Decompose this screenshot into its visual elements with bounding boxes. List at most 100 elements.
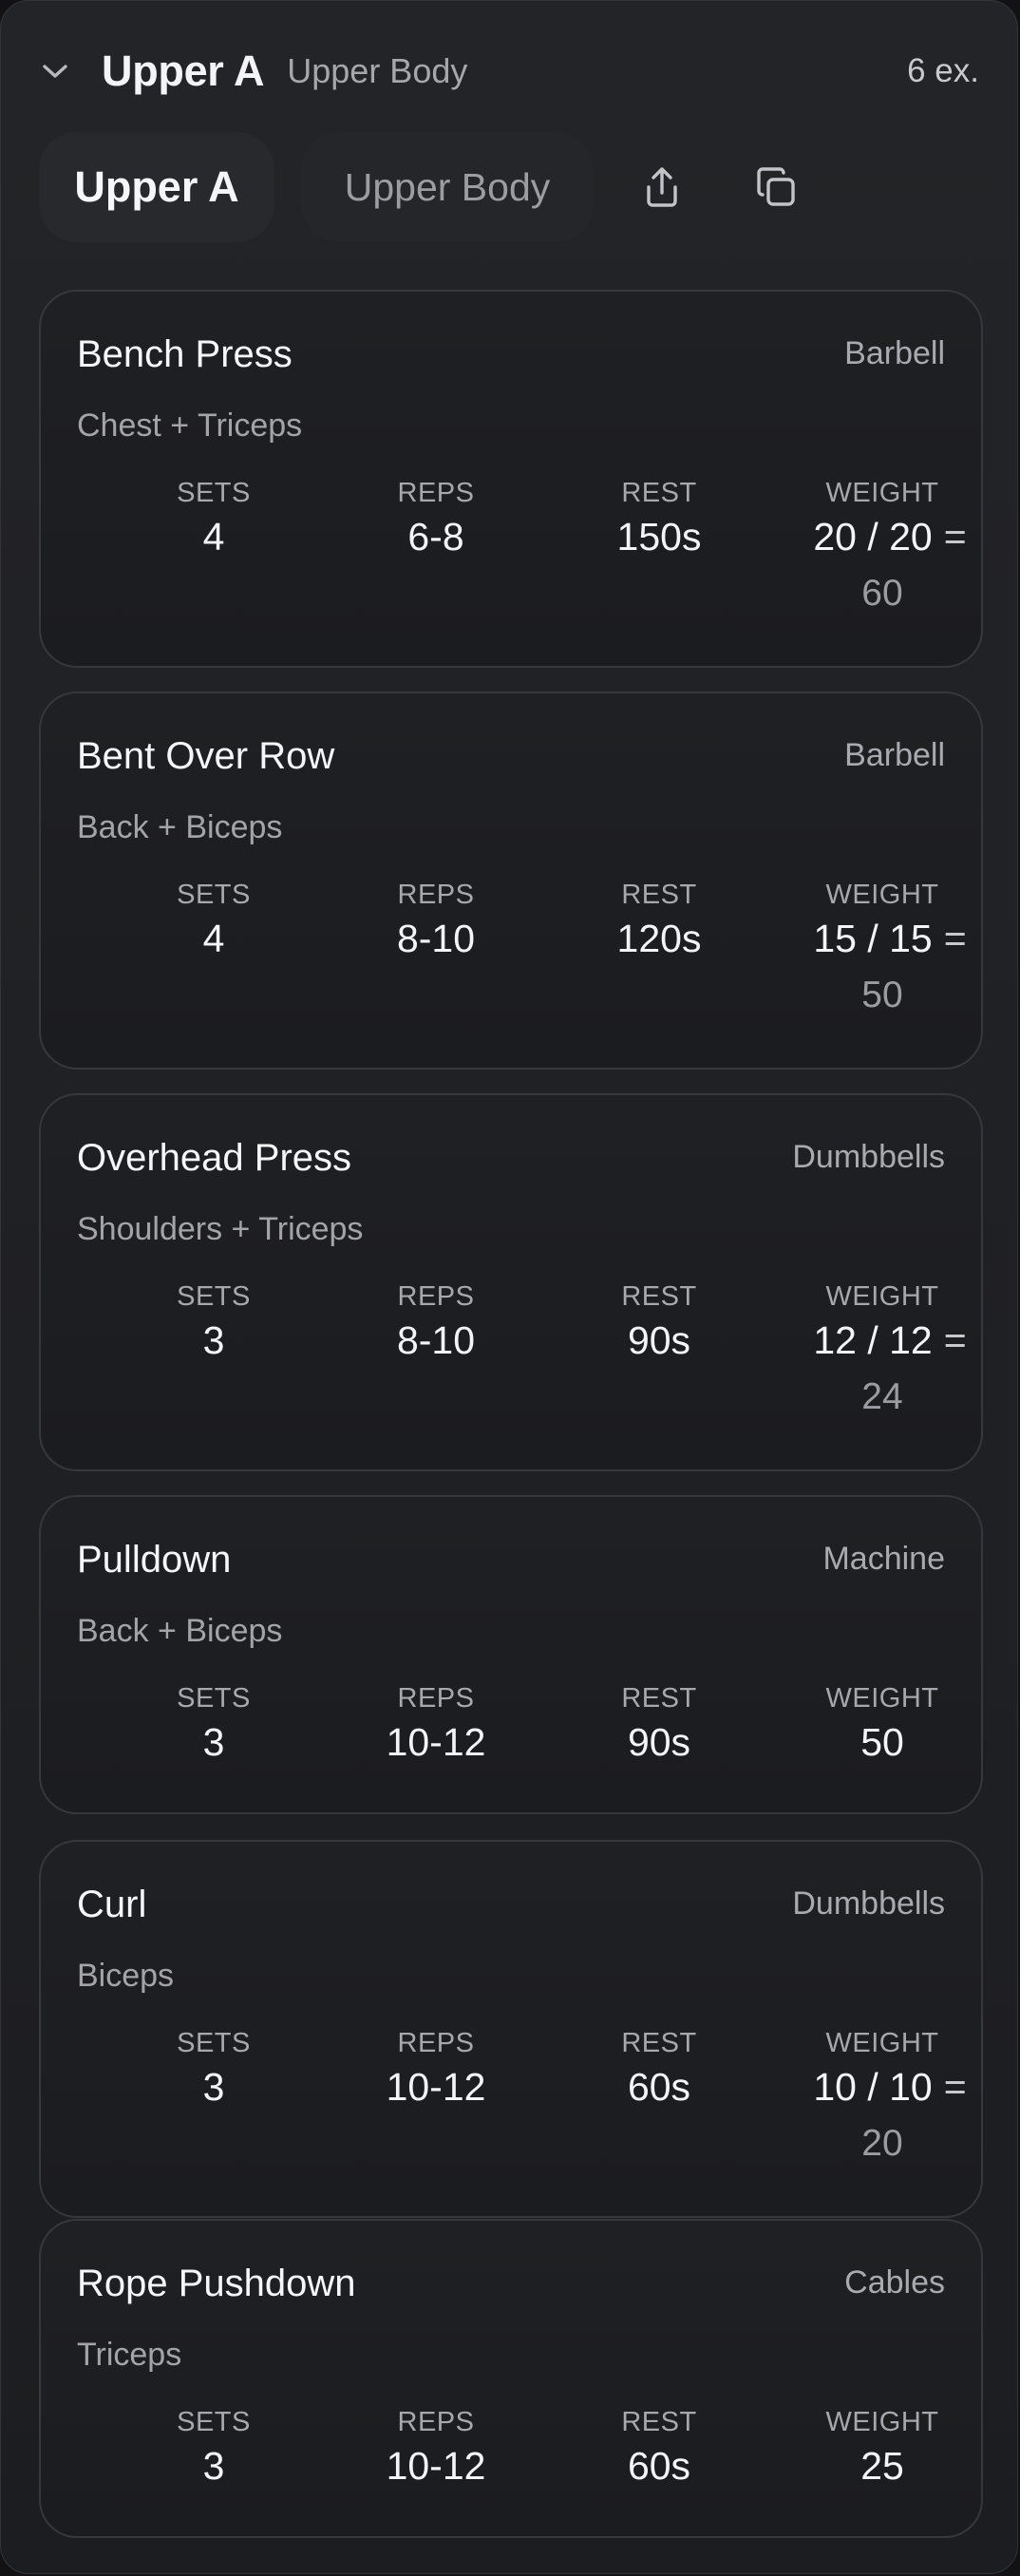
exercise-muscles: Biceps (77, 1958, 175, 1994)
exercise-equipment: Machine (822, 1541, 945, 1577)
chevron-down-icon[interactable] (39, 55, 71, 87)
exercise-muscles: Chest + Triceps (77, 407, 303, 444)
exercise-card[interactable]: Overhead Press Dumbbells Shoulders + Tri… (39, 1093, 983, 1471)
reps-label: REPS (397, 1281, 475, 1312)
exercise-name: Bench Press (77, 333, 293, 375)
sets-label: SETS (177, 1683, 251, 1714)
workout-panel: Upper A Upper Body 6 ex. Upper A Upper B… (0, 0, 1018, 2574)
exercise-name: Bent Over Row (77, 735, 335, 777)
weight-total: 24 (861, 1376, 903, 1417)
reps-stat: REPS 8-10 (331, 880, 540, 961)
sets-label: SETS (177, 2407, 251, 2437)
exercise-card[interactable]: Curl Dumbbells Biceps SETS 3 REPS 10-12 RE… (39, 1840, 983, 2218)
rest-stat: REST 60s (555, 2028, 764, 2110)
workout-name-field[interactable]: Upper A (39, 132, 274, 242)
reps-label: REPS (397, 2028, 475, 2058)
sets-stat: SETS 3 (109, 1281, 318, 1363)
weight-split-value: 12 / 12 (813, 1318, 933, 1362)
rest-value: 150s (616, 515, 702, 559)
weight-stat: WEIGHT 15 / 15 = 50 (778, 880, 987, 1016)
reps-label: REPS (397, 880, 475, 910)
weight-split: 20 / 20 = (785, 515, 994, 559)
exercise-card[interactable]: Pulldown Machine Back + Biceps SETS 3 REP… (39, 1495, 983, 1814)
exercise-name: Pulldown (77, 1539, 232, 1581)
equals-sign: = (943, 917, 967, 960)
reps-stat: REPS 8-10 (331, 1281, 540, 1363)
reps-label: REPS (397, 2407, 475, 2437)
weight-split-value: 15 / 15 (813, 917, 933, 960)
workout-title: Upper A (102, 47, 265, 95)
equals-sign: = (943, 515, 967, 559)
reps-stat: REPS 10-12 (331, 1683, 540, 1765)
sets-label: SETS (177, 2028, 251, 2058)
equals-sign: = (943, 1318, 967, 1362)
exercise-name: Rope Pushdown (77, 2263, 356, 2304)
sets-value: 3 (202, 1318, 225, 1362)
rest-value: 120s (616, 917, 702, 960)
rest-label: REST (621, 880, 697, 910)
weight-label: WEIGHT (825, 880, 939, 910)
share-icon[interactable] (626, 151, 698, 223)
exercise-name: Overhead Press (77, 1137, 352, 1179)
reps-value: 8-10 (396, 1318, 476, 1362)
workout-subtitle: Upper Body (287, 51, 468, 90)
rest-stat: REST 120s (555, 880, 764, 961)
reps-value: 8-10 (396, 917, 476, 960)
exercise-card[interactable]: Bent Over Row Barbell Back + Biceps SETS… (39, 691, 983, 1070)
reps-value: 10-12 (386, 2065, 486, 2109)
rest-value: 60s (627, 2444, 691, 2488)
weight-label: WEIGHT (825, 478, 939, 508)
reps-value: 10-12 (386, 2444, 486, 2488)
weight-value: 50 (860, 1720, 904, 1764)
weight-stat: WEIGHT 50 (778, 1683, 987, 1765)
rest-value: 90s (627, 1318, 691, 1362)
reps-label: REPS (397, 478, 475, 508)
exercise-equipment: Barbell (844, 737, 945, 773)
sets-stat: SETS 3 (109, 2028, 318, 2110)
workout-header: Upper A Upper Body 6 ex. (39, 43, 979, 100)
rest-label: REST (621, 1683, 697, 1714)
reps-stat: REPS 10-12 (331, 2028, 540, 2110)
weight-stat: WEIGHT 10 / 10 = 20 (778, 2028, 987, 2165)
exercise-muscles: Back + Biceps (77, 809, 283, 845)
rest-value: 90s (627, 1720, 691, 1764)
weight-total: 20 (861, 2123, 903, 2164)
sets-value: 3 (202, 1720, 225, 1764)
weight-total: 50 (861, 975, 903, 1015)
rest-label: REST (621, 1281, 697, 1312)
exercise-equipment: Barbell (844, 335, 945, 371)
copy-icon[interactable] (740, 151, 812, 223)
sets-value: 3 (202, 2065, 225, 2109)
rest-stat: REST 90s (555, 1683, 764, 1765)
rest-stat: REST 150s (555, 478, 764, 559)
sets-stat: SETS 4 (109, 880, 318, 961)
reps-value: 6-8 (407, 515, 464, 559)
sets-stat: SETS 4 (109, 478, 318, 559)
weight-label: WEIGHT (825, 2407, 939, 2437)
sets-value: 3 (202, 2444, 225, 2488)
reps-label: REPS (397, 1683, 475, 1714)
sets-value: 4 (202, 515, 225, 559)
weight-split: 12 / 12 = (785, 1318, 994, 1363)
reps-stat: REPS 10-12 (331, 2407, 540, 2489)
exercise-equipment: Dumbbells (792, 1885, 945, 1922)
weight-split: 15 / 15 = (785, 917, 994, 961)
weight-split: 10 / 10 = (785, 2065, 994, 2110)
exercise-equipment: Cables (844, 2264, 945, 2301)
sets-stat: SETS 3 (109, 2407, 318, 2489)
rest-stat: REST 90s (555, 1281, 764, 1363)
workout-controls: Upper A Upper Body (39, 132, 979, 242)
exercise-name: Curl (77, 1884, 147, 1925)
rest-label: REST (621, 478, 697, 508)
rest-value: 60s (627, 2065, 691, 2109)
exercise-card[interactable]: Bench Press Barbell Chest + Triceps SETS… (39, 290, 983, 668)
exercise-card[interactable]: Rope Pushdown Cables Triceps SETS 3 REPS 1… (39, 2219, 983, 2538)
workout-description-field[interactable]: Upper Body (301, 132, 594, 242)
weight-split-value: 10 / 10 (813, 2065, 933, 2109)
exercise-equipment: Dumbbells (792, 1139, 945, 1175)
reps-value: 10-12 (386, 1720, 486, 1764)
exercise-count: 6 ex. (907, 52, 979, 89)
weight-label: WEIGHT (825, 1281, 939, 1312)
weight-stat: WEIGHT 12 / 12 = 24 (778, 1281, 987, 1418)
weight-value: 25 (860, 2444, 904, 2488)
